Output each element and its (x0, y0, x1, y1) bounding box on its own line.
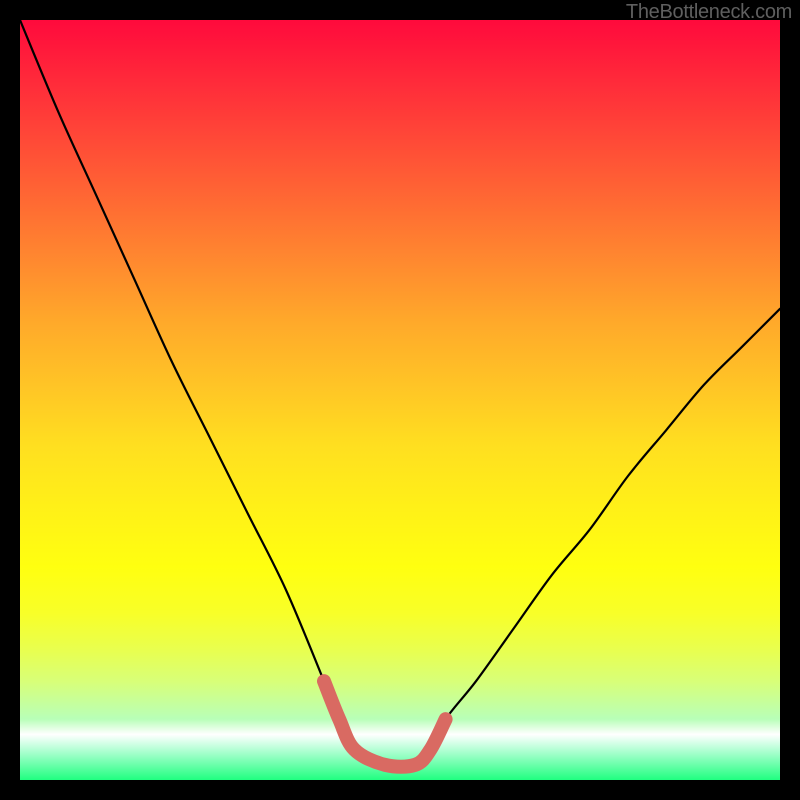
highlight-segment (324, 681, 446, 766)
watermark-text: TheBottleneck.com (626, 1, 792, 24)
bottleneck-curve (20, 20, 780, 767)
curve-layer (20, 20, 780, 780)
plot-area (20, 20, 780, 780)
chart-frame: TheBottleneck.com (0, 0, 800, 800)
